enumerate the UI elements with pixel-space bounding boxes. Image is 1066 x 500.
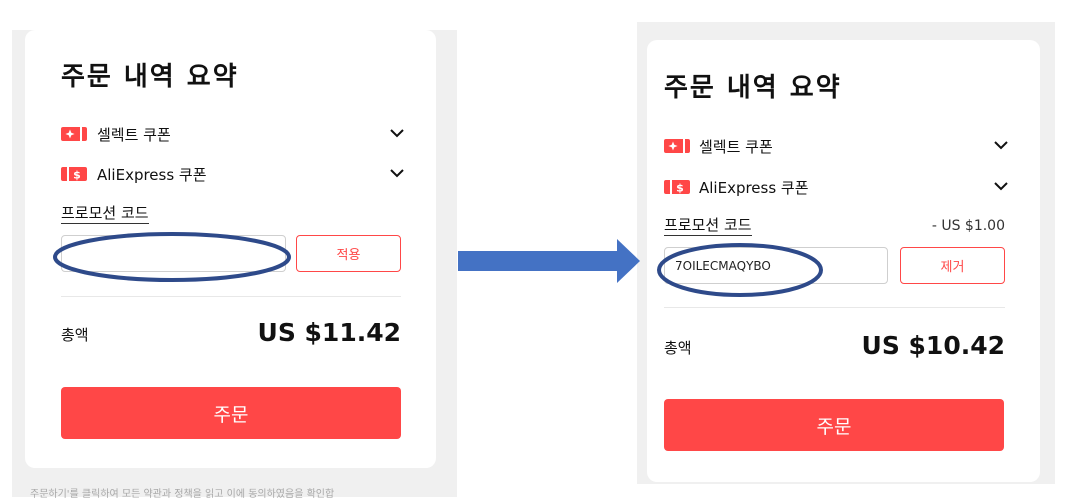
aliexpress-coupon-label: AliExpress 쿠폰 — [699, 179, 809, 197]
aliexpress-coupon-row[interactable]: $ AliExpress 쿠폰 — [664, 176, 1009, 200]
promo-code-input[interactable] — [664, 247, 888, 284]
promo-code-label: 프로모션 코드 — [664, 216, 752, 236]
aliexpress-coupon-icon: $ — [61, 166, 87, 185]
select-coupon-label: 셀렉트 쿠폰 — [97, 126, 171, 144]
total-label: 총액 — [61, 326, 89, 344]
select-coupon-row[interactable]: 셀렉트 쿠폰 — [61, 123, 409, 147]
chevron-down-icon[interactable] — [389, 125, 405, 145]
select-coupon-label: 셀렉트 쿠폰 — [699, 138, 773, 156]
chevron-down-icon[interactable] — [389, 165, 405, 185]
remove-button[interactable]: 제거 — [900, 247, 1005, 284]
svg-text:$: $ — [676, 182, 684, 195]
promo-code-label: 프로모션 코드 — [61, 204, 149, 224]
chevron-down-icon[interactable] — [993, 137, 1009, 157]
divider — [61, 296, 401, 297]
select-coupon-icon — [664, 138, 690, 157]
aliexpress-coupon-label: AliExpress 쿠폰 — [97, 166, 207, 184]
svg-text:$: $ — [73, 169, 81, 182]
apply-button[interactable]: 적용 — [296, 235, 401, 272]
chevron-down-icon[interactable] — [993, 178, 1009, 198]
promo-code-input[interactable] — [61, 235, 286, 272]
aliexpress-coupon-icon: $ — [664, 179, 690, 198]
order-button[interactable]: 주문 — [61, 387, 401, 439]
total-value: US $10.42 — [861, 331, 1005, 360]
select-coupon-icon — [61, 126, 87, 145]
divider — [664, 307, 1005, 308]
order-summary-title: 주문 내역 요약 — [61, 62, 239, 92]
select-coupon-row[interactable]: 셀렉트 쿠폰 — [664, 135, 1009, 159]
aliexpress-coupon-row[interactable]: $ AliExpress 쿠폰 — [61, 163, 409, 187]
order-terms-footnote: 주문하기'를 클릭하여 모든 약관과 정책을 읽고 이에 동의하였음을 확인합 — [30, 489, 335, 500]
promo-discount-amount: - US $1.00 — [931, 218, 1005, 234]
transition-arrow-icon — [458, 239, 640, 283]
total-value: US $11.42 — [257, 318, 401, 347]
order-summary-title: 주문 내역 요약 — [664, 73, 842, 103]
order-button[interactable]: 주문 — [664, 399, 1004, 451]
total-label: 총액 — [664, 339, 692, 357]
